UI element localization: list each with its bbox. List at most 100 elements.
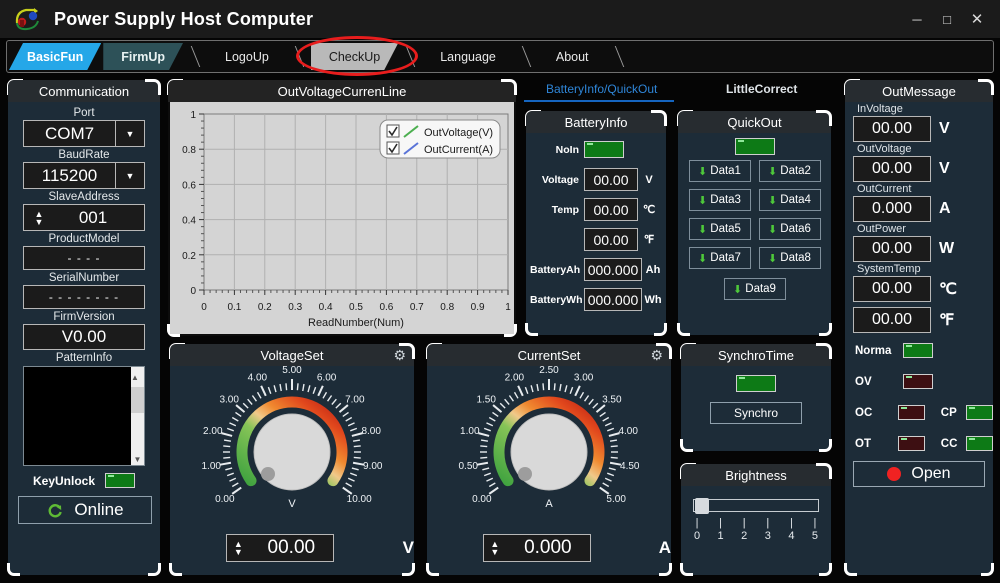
- tab-basicfun[interactable]: BasicFun: [9, 43, 101, 70]
- batteryinfo-panel: BatteryInfo NoIn Voltage 00.00 V Temp 00…: [525, 110, 667, 336]
- patterninfo-textarea[interactable]: ▲ ▼: [23, 366, 145, 466]
- title-bar: Power Supply Host Computer ─ □ ✕: [0, 0, 1000, 38]
- port-combobox[interactable]: COM7 ▼: [23, 120, 145, 147]
- readout-outcurrent: OutCurrent 0.000 A: [845, 183, 993, 222]
- tab-logoup[interactable]: LogoUp: [207, 43, 287, 70]
- svg-text:3.50: 3.50: [602, 394, 622, 405]
- chevron-down-icon[interactable]: ▼: [115, 120, 145, 147]
- online-button[interactable]: Online: [18, 496, 152, 524]
- gear-icon[interactable]: ⚙: [393, 347, 406, 364]
- chevron-up-icon[interactable]: ▲: [131, 373, 139, 382]
- row-value: 00.00: [584, 198, 638, 221]
- row-value: 00.00: [584, 168, 638, 191]
- quickout-data3-button[interactable]: ⬇ Data3: [688, 189, 751, 211]
- svg-text:V: V: [288, 498, 296, 510]
- tab-language[interactable]: Language: [422, 43, 514, 70]
- center-tab-label: BatteryInfo/QuickOut: [546, 82, 658, 96]
- close-button[interactable]: ✕: [962, 0, 992, 38]
- synchrotime-panel: SynchroTime Synchro: [680, 343, 832, 452]
- button-label: Data3: [710, 194, 741, 206]
- chart-title: OutVoltageCurrenLine: [168, 80, 516, 102]
- svg-text:OutCurrent(A): OutCurrent(A): [424, 144, 493, 156]
- svg-text:8.00: 8.00: [361, 426, 381, 437]
- voltageset-stepper[interactable]: ▲ ▼ 00.00: [226, 534, 335, 562]
- chevron-down-icon[interactable]: ▼: [115, 162, 145, 189]
- quickout-data7-button[interactable]: ⬇ Data7: [688, 247, 751, 269]
- tick-label: 3: [764, 530, 771, 542]
- currentset-stepper[interactable]: ▲ ▼ 0.000: [482, 534, 591, 562]
- readout-label: OutCurrent: [857, 183, 912, 195]
- patterninfo-scrollbar[interactable]: ▲ ▼: [131, 367, 144, 465]
- status-row-oc-cp: OC CP: [845, 405, 994, 420]
- currentset-dial[interactable]: 0.00 0.50 1.00 1.50 2.00 2.50 3.00 3.50 4.00 4.50…: [427, 365, 671, 526]
- chart-plot-area[interactable]: 0 0.1 0.2 0.3 0.4 0.5 0.6 0.7 0.8 0.9 1 0 0.2 0.4 0.6 0…: [170, 102, 514, 334]
- svg-text:0.50: 0.50: [459, 461, 479, 472]
- voltageset-panel: VoltageSet ⚙ 0.00 1.00 2.00 3.00 4.00 5.00 6.0…: [169, 343, 415, 576]
- readout-label: InVoltage: [857, 103, 903, 115]
- quickout-data2-button[interactable]: ⬇ Data2: [758, 160, 821, 182]
- readout-involtage: InVoltage 00.00 V: [845, 103, 993, 142]
- up-down-arrows-icon[interactable]: ▲ ▼: [24, 209, 50, 226]
- svg-text:0.2: 0.2: [258, 302, 272, 313]
- button-label: Data4: [780, 194, 811, 206]
- status-label: CP: [940, 406, 957, 419]
- readout-unit: ℉: [939, 312, 955, 329]
- tick-label: 0: [693, 530, 701, 542]
- minimize-button[interactable]: ─: [902, 0, 932, 38]
- slaveaddress-label: SlaveAddress: [48, 191, 120, 203]
- svg-text:0.8: 0.8: [182, 145, 196, 156]
- up-down-arrows-icon[interactable]: ▲ ▼: [484, 540, 506, 557]
- tick-mark: |: [695, 517, 699, 529]
- baudrate-combobox[interactable]: 115200 ▼: [23, 162, 145, 189]
- chevron-down-icon[interactable]: ▼: [131, 455, 144, 465]
- svg-text:0.1: 0.1: [227, 302, 241, 313]
- svg-text:0.6: 0.6: [182, 180, 196, 191]
- svg-text:OutVoltage(V): OutVoltage(V): [424, 127, 493, 139]
- synchro-button[interactable]: Synchro: [710, 402, 802, 424]
- current-gauge-svg: 0.00 0.50 1.00 1.50 2.00 2.50 3.00 3.50 4.00 4.50…: [459, 365, 640, 510]
- brightness-slider[interactable]: [693, 498, 819, 514]
- status-badge: [898, 405, 925, 420]
- download-arrow-icon: ⬇: [768, 252, 778, 265]
- svg-text:0.00: 0.00: [472, 494, 492, 505]
- quickout-data9-button[interactable]: ⬇ Data9: [723, 278, 786, 300]
- voltageset-dial[interactable]: 0.00 1.00 2.00 3.00 4.00 5.00 6.00 7.00 8.00 9.00…: [170, 365, 414, 526]
- open-output-button[interactable]: Open: [853, 461, 985, 487]
- productmodel-label: ProductModel: [48, 233, 120, 245]
- status-badge: [898, 436, 925, 451]
- tab-firmup[interactable]: FirmUp: [103, 43, 183, 70]
- svg-text:9.00: 9.00: [363, 461, 383, 472]
- tab-separator: [516, 43, 538, 70]
- quickout-data8-button[interactable]: ⬇ Data8: [758, 247, 821, 269]
- batteryinfo-title: BatteryInfo: [526, 111, 666, 133]
- svg-text:10.00: 10.00: [347, 494, 372, 505]
- productmodel-value: - - - -: [23, 246, 145, 270]
- tab-checkup[interactable]: CheckUp: [311, 43, 398, 70]
- readout-value: 00.00: [853, 276, 931, 302]
- quickout-data4-button[interactable]: ⬇ Data4: [758, 189, 821, 211]
- row-unit: Ah: [645, 263, 661, 276]
- status-label: OV: [855, 375, 872, 388]
- gear-icon[interactable]: ⚙: [650, 347, 663, 364]
- scrollbar-thumb[interactable]: [131, 387, 144, 413]
- maximize-button[interactable]: □: [932, 0, 962, 38]
- quickout-data5-button[interactable]: ⬇ Data5: [688, 218, 751, 240]
- slider-thumb[interactable]: [695, 498, 709, 514]
- table-row: Temp 00.00 ℃: [526, 196, 666, 223]
- tab-about[interactable]: About: [538, 43, 607, 70]
- tab-littlecorrect[interactable]: LittleCorrect: [726, 82, 797, 96]
- row-label: BatteryAh: [530, 263, 581, 276]
- quickout-button-grid: ⬇ Data1 ⬇ Data2 ⬇ Data3 ⬇ Data4 ⬇ Data5 ⬇ Data…: [678, 155, 831, 300]
- tab-separator: [400, 43, 422, 70]
- slaveaddress-stepper[interactable]: ▲ ▼ 001: [23, 204, 145, 231]
- readout-outpower: OutPower 00.00 W: [845, 223, 993, 262]
- quickout-data1-button[interactable]: ⬇ Data1: [688, 160, 751, 182]
- port-value: COM7: [23, 120, 115, 147]
- up-down-arrows-icon[interactable]: ▲ ▼: [227, 540, 249, 557]
- quickout-data6-button[interactable]: ⬇ Data6: [758, 218, 821, 240]
- tab-batteryinfo-quickout[interactable]: BatteryInfo/QuickOut: [546, 82, 657, 96]
- application-window: Power Supply Host Computer ─ □ ✕ BasicFu…: [0, 0, 1000, 583]
- svg-text:1.50: 1.50: [476, 394, 496, 405]
- readout-outvoltage: OutVoltage 00.00 V: [845, 143, 993, 182]
- app-logo-icon: [14, 6, 42, 32]
